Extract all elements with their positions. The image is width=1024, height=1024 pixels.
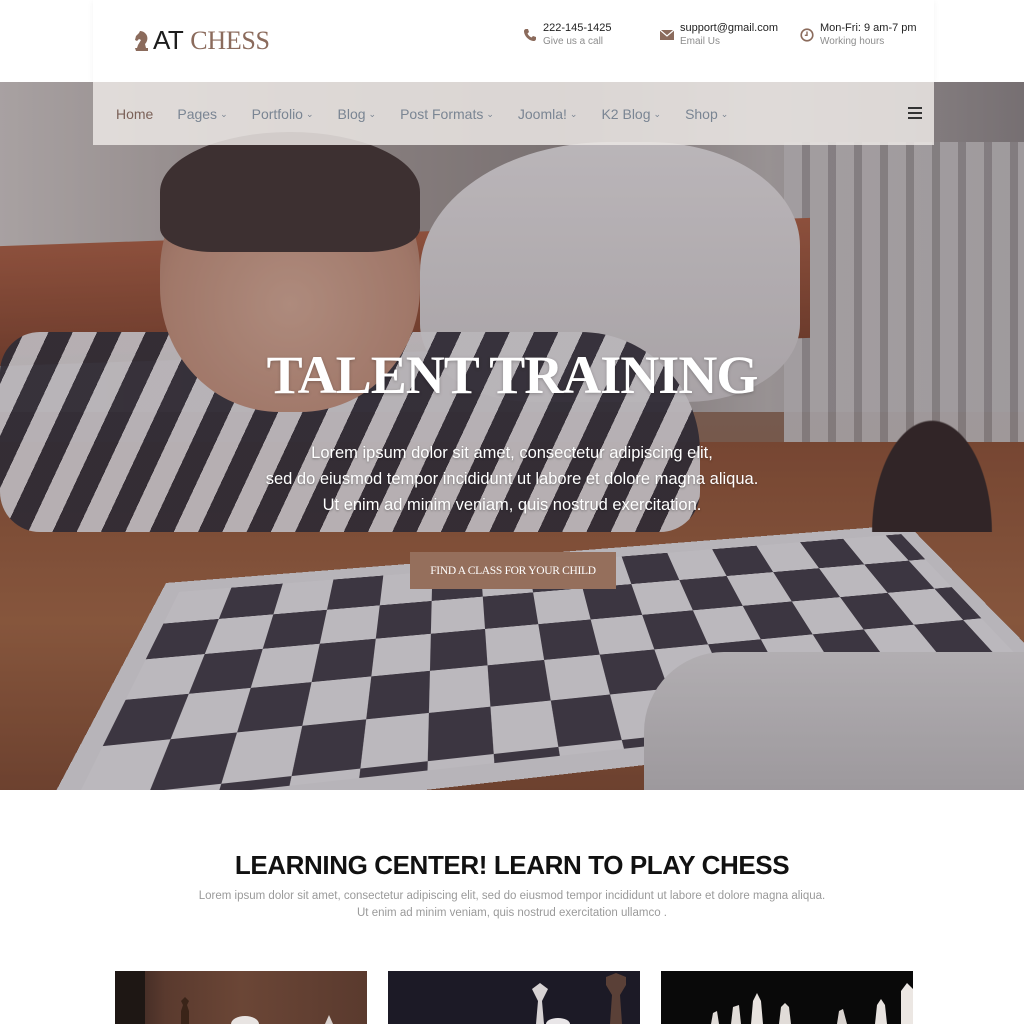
class-card-image[interactable] [115,971,367,1024]
chess-piece-shape [875,999,887,1024]
class-card-image[interactable] [661,971,913,1024]
chess-king-image [532,973,626,1024]
chess-piece-shape [546,1018,570,1024]
site-logo[interactable]: AT CHESS [133,25,270,56]
chess-piece-shape [231,1016,259,1024]
chess-piece-shape [901,983,913,1024]
nav-item-joomla[interactable]: Joomla! ⌄ [518,106,578,122]
nav-item-label: Shop [685,105,718,122]
main-navigation: Home Pages ⌄ Portfolio ⌄ Blog ⌄ Post For… [93,82,934,145]
hero-description-line: Lorem ipsum dolor sit amet, consectetur … [311,444,713,462]
nav-item-label: Blog [337,105,366,122]
chevron-down-icon: ⌄ [486,109,494,119]
chess-piece-shape [181,997,189,1024]
contact-email[interactable]: support@gmail.com Email Us [660,21,778,49]
chess-piece-shape [711,1011,719,1024]
hamburger-line [908,112,922,114]
nav-item-label: Joomla! [517,105,567,122]
top-header: AT CHESS 222-145-1425 Give us a call sup… [93,0,934,82]
section-description: Lorem ipsum dolor sit amet, consectetur … [0,888,1024,922]
logo-text-chess: CHESS [190,25,270,55]
contact-hours-label: Working hours [820,36,885,47]
nav-menu: Home Pages ⌄ Portfolio ⌄ Blog ⌄ Post For… [116,82,752,145]
hero-description: Lorem ipsum dolor sit amet, consectetur … [0,440,1024,518]
nav-item-home[interactable]: Home [116,106,153,122]
envelope-icon [660,29,674,40]
nav-item-label: Post Formats [400,105,484,122]
hero-content: TALENT TRAINING Lorem ipsum dolor sit am… [0,82,1024,790]
logo-text-at: AT [153,25,184,55]
phone-icon [524,29,536,41]
chevron-down-icon: ⌄ [720,109,729,119]
hamburger-menu-icon[interactable] [908,107,922,119]
contact-hours-value: Mon-Fri: 9 am-7 pm [820,22,917,34]
nav-item-portfolio[interactable]: Portfolio ⌄ [252,106,314,122]
contact-hours: Mon-Fri: 9 am-7 pm Working hours [800,21,917,49]
chess-piece-shape [325,1015,333,1024]
hero-title: TALENT TRAINING [266,345,759,405]
contact-phone[interactable]: 222-145-1425 Give us a call [523,21,612,49]
chevron-down-icon: ⌄ [368,109,377,119]
image-shadow [115,971,145,1024]
nav-item-shop[interactable]: Shop ⌄ [685,106,728,122]
contact-phone-label: Give us a call [543,36,604,47]
nav-item-label: Portfolio [251,105,303,122]
hero-description-line: sed do eiusmod tempor incididunt ut labo… [265,470,759,488]
nav-item-label: Home [116,105,154,122]
chess-knight-icon [135,30,148,51]
chess-pieces-image [115,971,333,1024]
clock-icon [800,28,814,42]
nav-item-label: K2 Blog [601,105,651,122]
hero-description-line: Ut enim ad minim veniam, quis nostrud ex… [322,496,702,514]
chess-piece-shape [837,1009,847,1024]
nav-item-pages[interactable]: Pages ⌄ [177,106,227,122]
section-description-line: Ut enim ad minim veniam, quis nostrud ex… [357,907,667,919]
chess-piece-shape [606,973,626,1024]
section-title: LEARNING CENTER! LEARN TO PLAY CHESS [234,850,790,880]
hamburger-line [908,117,922,119]
section-description-line: Lorem ipsum dolor sit amet, consectetur … [198,890,826,902]
nav-item-k2-blog[interactable]: K2 Blog ⌄ [601,106,661,122]
chess-set-image [711,983,913,1024]
nav-item-post-formats[interactable]: Post Formats ⌄ [400,106,494,122]
chess-piece-shape [779,1003,791,1024]
contact-phone-number: 222-145-1425 [543,22,612,34]
chess-piece-shape [731,1005,741,1024]
class-card-image[interactable] [388,971,640,1024]
chevron-down-icon: ⌄ [569,109,578,119]
chess-piece-shape [532,983,548,1024]
chevron-down-icon: ⌄ [305,109,314,119]
contact-email-label: Email Us [680,36,721,47]
contact-email-address: support@gmail.com [680,22,778,34]
hamburger-line [908,107,922,109]
chevron-down-icon: ⌄ [653,109,662,119]
nav-item-label: Pages [177,105,218,122]
chess-piece-shape [751,993,763,1024]
nav-item-blog[interactable]: Blog ⌄ [338,106,377,122]
chevron-down-icon: ⌄ [220,109,228,119]
find-class-button[interactable]: FIND A CLASS FOR YOUR CHILD [410,552,616,589]
